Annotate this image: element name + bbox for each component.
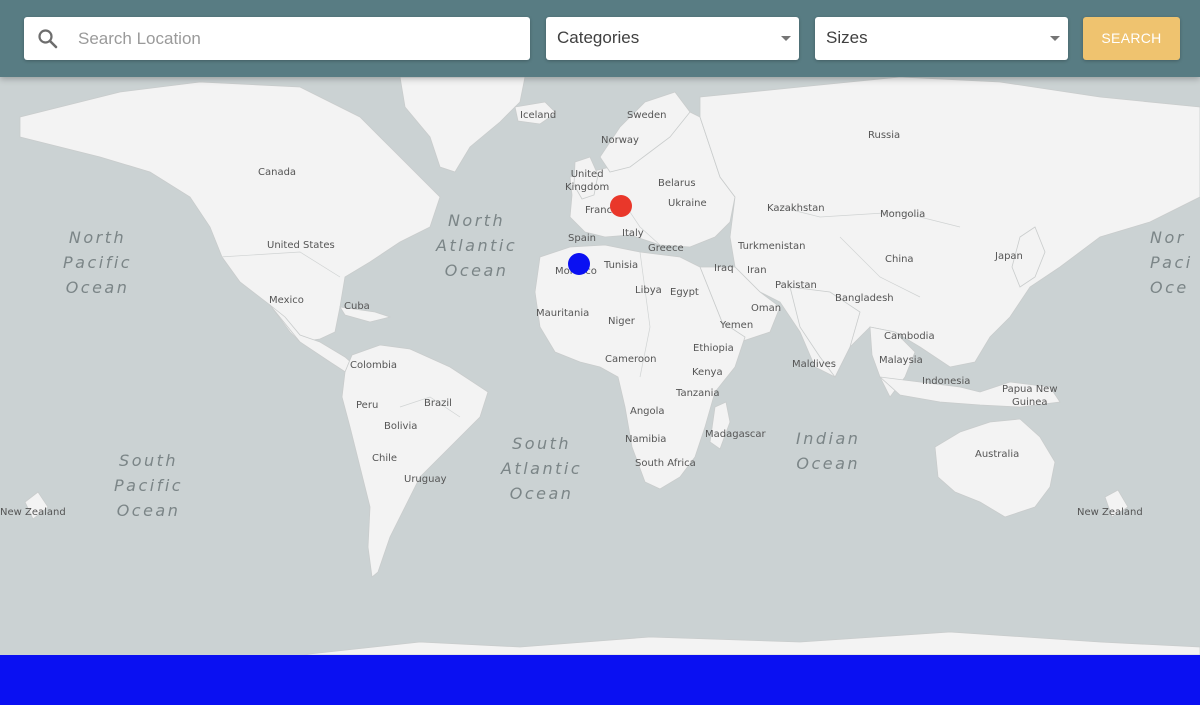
ocean-label-north-pacific-right: Nor Paci Oce [1150,228,1193,297]
search-location-box[interactable] [24,17,530,60]
map-label: Iraq [714,263,734,274]
location-marker-red[interactable] [610,195,632,217]
map-label: Cameroon [605,354,657,365]
map-label: Tunisia [604,260,639,271]
sizes-dropdown-label: Sizes [826,28,868,47]
map-label: Italy [622,228,644,239]
map-label: Sweden [627,110,667,121]
map-label: Norway [601,135,639,146]
map-label: Yemen [720,320,754,331]
map-label: South Africa [635,458,696,469]
sizes-dropdown[interactable]: Sizes [815,17,1068,60]
map-label: Iceland [520,110,557,121]
map-label: Indonesia [922,376,971,387]
map-label: Cuba [344,301,370,312]
map-label: Egypt [670,287,699,298]
map-label: Turkmenistan [738,241,806,252]
map-label: Spain [568,233,596,244]
map-label: Peru [356,400,379,411]
search-location-input[interactable] [78,17,518,60]
map-label: Belarus [658,178,696,189]
map-label: Canada [258,167,297,178]
map-label: Ukraine [668,198,707,209]
map-label: Madagascar [705,429,766,440]
map-label: Russia [868,130,901,141]
map-label: Uruguay [404,474,447,485]
map-label: Bolivia [384,421,418,432]
top-search-bar: Categories Sizes SEARCH [0,0,1200,77]
map-label: Namibia [625,434,667,445]
search-icon [38,29,58,49]
chevron-down-icon [781,36,791,41]
map-label: Cambodia [884,331,935,342]
map-label: China [885,254,914,265]
map-label: Oman [751,303,782,314]
map-label: Greece [648,243,684,254]
bottom-panel [0,655,1200,705]
map-label: Mauritania [536,308,590,319]
map-label: Tanzania [676,388,720,399]
map-label: Australia [975,449,1020,460]
map-label: Bangladesh [835,293,894,304]
map-label: Brazil [424,398,452,409]
map-label: Niger [608,316,635,327]
map-label: Pakistan [775,280,817,291]
map-label: Malaysia [879,355,923,366]
categories-dropdown[interactable]: Categories [546,17,799,60]
map-label: Chile [372,453,398,464]
ocean-label-south-atlantic: South Atlantic Ocean [501,434,583,503]
map-label: United Kingdom [565,169,610,193]
categories-dropdown-label: Categories [557,28,640,47]
map-label: Libya [635,285,662,296]
map-label: Iran [747,265,767,276]
map-label: Angola [630,406,665,417]
chevron-down-icon [1050,36,1060,41]
world-map[interactable]: North Pacific Ocean North Atlantic Ocean Sou… [0,77,1200,655]
map-label: Mexico [269,295,304,306]
map-label: New Zealand [0,507,66,518]
ocean-label-north-atlantic: North Atlantic Ocean [436,211,518,280]
map-label: Maldives [792,359,836,370]
map-label: United States [267,240,335,251]
ocean-label-south-pacific: South Pacific Ocean [114,451,184,520]
map-label: Ethiopia [693,343,734,354]
map-label: New Zealand [1077,507,1143,518]
ocean-label-north-pacific-left: North Pacific Ocean [63,228,133,297]
map-label: Japan [995,251,1023,262]
map-label: Kenya [692,367,723,378]
location-marker-blue[interactable] [568,253,590,275]
map-land-layer [19,77,1200,655]
map-label: Kazakhstan [767,203,825,214]
ocean-label-indian: Indian Ocean [796,429,861,473]
map-label: Mongolia [880,209,926,220]
map-label: Papua New Guinea [1002,384,1058,408]
map-label: Colombia [350,360,397,371]
search-button[interactable]: SEARCH [1083,17,1180,60]
